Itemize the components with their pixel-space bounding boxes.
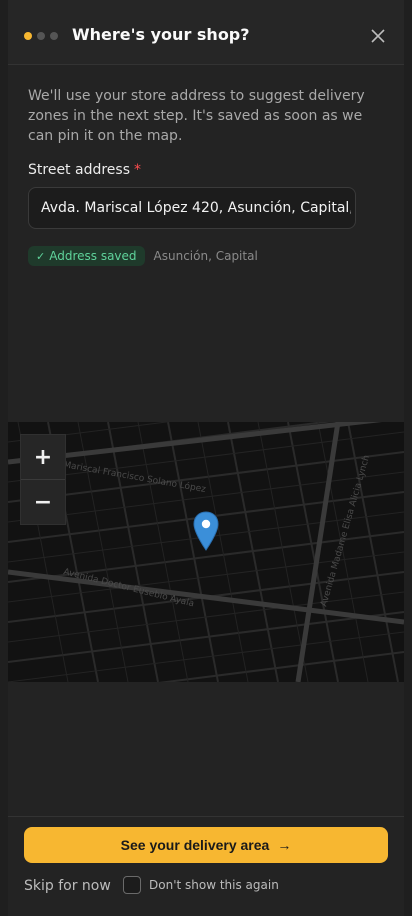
map-view[interactable]: Mariscal Francisco Solano López Avenida …	[8, 422, 404, 682]
step-dot-2	[37, 32, 45, 40]
address-label: Street address *	[28, 162, 141, 178]
map-street-label-1: Mariscal Francisco Solano López	[62, 459, 207, 495]
step-indicator	[24, 32, 58, 40]
header: Where's your shop?	[8, 0, 404, 65]
address-saved-text: Address saved	[49, 249, 137, 263]
street-address-input[interactable]	[29, 188, 355, 228]
address-label-text: Street address	[28, 162, 130, 178]
locality-text: Asunción, Capital	[153, 249, 258, 263]
zoom-in-button[interactable]: +	[21, 435, 65, 479]
cta-label: See your delivery area	[120, 837, 270, 853]
dont-show-again-label: Don't show this again	[149, 878, 279, 892]
onboarding-panel: Where's your shop? We'll use your store …	[8, 0, 404, 916]
map-pin-icon[interactable]	[193, 511, 219, 551]
step-dot-3	[50, 32, 58, 40]
skip-link[interactable]: Skip for now	[24, 878, 111, 894]
step-dot-1	[24, 32, 32, 40]
dont-show-again-checkbox[interactable]	[123, 876, 141, 894]
dont-show-again-option[interactable]: Don't show this again	[123, 876, 279, 894]
check-icon: ✓	[36, 249, 46, 263]
description-text: We'll use your store address to suggest …	[28, 88, 365, 144]
address-input-wrapper	[28, 187, 356, 229]
required-marker: *	[134, 162, 141, 178]
footer: See your delivery area → Skip for now Do…	[8, 816, 404, 916]
page-title: Where's your shop?	[72, 25, 250, 44]
see-delivery-area-button[interactable]: See your delivery area →	[24, 827, 388, 863]
arrow-right-icon: →	[277, 837, 292, 853]
save-status-row: ✓ Address saved Asunción, Capital	[28, 246, 258, 266]
address-saved-badge: ✓ Address saved	[28, 246, 145, 266]
close-icon	[371, 29, 385, 43]
zoom-controls: + −	[20, 434, 66, 525]
close-button[interactable]	[366, 24, 390, 48]
zoom-out-button[interactable]: −	[21, 480, 65, 524]
map-streets: Mariscal Francisco Solano López Avenida …	[8, 422, 404, 682]
